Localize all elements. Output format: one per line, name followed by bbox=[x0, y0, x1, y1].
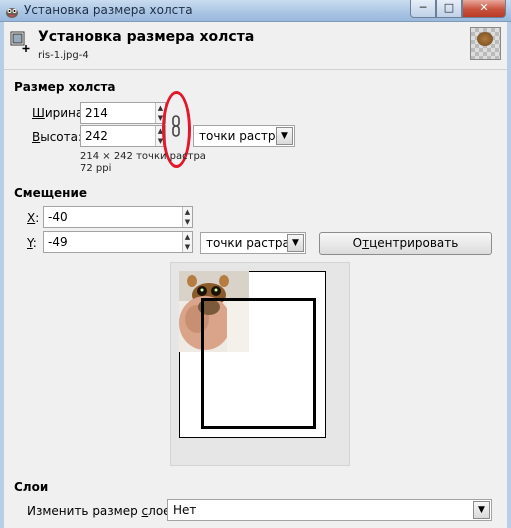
y-offset-value[interactable]: -49 bbox=[48, 235, 68, 249]
x-offset-stepper[interactable]: ▲ ▼ bbox=[182, 207, 192, 227]
canvas-size-unit-select[interactable]: точки растра ▼ bbox=[193, 125, 295, 147]
canvas-resolution-info: 72 ppi bbox=[80, 163, 112, 174]
layer-boundary[interactable] bbox=[201, 298, 316, 429]
resize-layers-select[interactable]: Нет ▼ bbox=[167, 499, 492, 521]
offset-section-label: Смещение bbox=[14, 186, 87, 200]
chain-link-icon[interactable] bbox=[171, 114, 181, 138]
arrow-down-icon[interactable]: ▼ bbox=[183, 217, 192, 227]
resize-layers-value: Нет bbox=[173, 503, 197, 517]
canvas-size-icon bbox=[10, 31, 30, 52]
layers-section-label: Слои bbox=[14, 480, 49, 494]
close-button[interactable]: ✕ bbox=[462, 0, 506, 18]
chevron-down-icon[interactable]: ▼ bbox=[473, 501, 490, 519]
arrow-up-icon[interactable]: ▲ bbox=[183, 207, 192, 217]
y-offset-label: Y: bbox=[27, 236, 37, 250]
x-offset-label: X: bbox=[27, 211, 40, 225]
dialog-title: Установка размера холста bbox=[38, 29, 255, 45]
chevron-down-icon[interactable]: ▼ bbox=[287, 234, 304, 252]
chevron-down-icon[interactable]: ▼ bbox=[276, 127, 293, 145]
dialog-header: Установка размера холста ris-1.jpg-4 bbox=[4, 22, 507, 70]
height-label: Высота: bbox=[32, 130, 83, 144]
title-bar[interactable]: Установка размера холста ─ □ ✕ bbox=[0, 0, 511, 22]
offset-unit-select[interactable]: точки растра ▼ bbox=[200, 232, 306, 254]
width-input[interactable]: 214 ▲ ▼ bbox=[80, 102, 166, 124]
dialog-subtitle: ris-1.jpg-4 bbox=[38, 50, 89, 61]
gimp-icon bbox=[6, 8, 18, 18]
image-thumbnail bbox=[470, 27, 501, 60]
width-value[interactable]: 214 bbox=[85, 106, 108, 120]
y-offset-input[interactable]: -49 ▲ ▼ bbox=[43, 231, 193, 253]
arrow-up-icon[interactable]: ▲ bbox=[183, 232, 192, 242]
height-input[interactable]: 242 ▲ ▼ bbox=[80, 125, 166, 147]
x-offset-value[interactable]: -40 bbox=[48, 210, 68, 224]
canvas-size-info: 214 × 242 точки растра bbox=[80, 151, 206, 162]
resize-layers-label: Изменить размер слоев: bbox=[27, 504, 182, 518]
minimize-button[interactable]: ─ bbox=[410, 0, 436, 18]
window-title: Установка размера холста bbox=[24, 3, 193, 17]
window-frame-left bbox=[0, 22, 4, 528]
offset-unit-value: точки растра bbox=[206, 236, 290, 250]
arrow-down-icon[interactable]: ▼ bbox=[183, 242, 192, 252]
canvas-size-section-label: Размер холста bbox=[14, 80, 116, 94]
canvas-size-unit-value: точки растра bbox=[199, 129, 283, 143]
center-button[interactable]: Отцентрировать bbox=[319, 232, 492, 255]
maximize-button[interactable]: □ bbox=[436, 0, 462, 18]
height-value[interactable]: 242 bbox=[85, 129, 108, 143]
window-frame-right bbox=[507, 22, 511, 528]
x-offset-input[interactable]: -40 ▲ ▼ bbox=[43, 206, 193, 228]
y-offset-stepper[interactable]: ▲ ▼ bbox=[182, 232, 192, 252]
